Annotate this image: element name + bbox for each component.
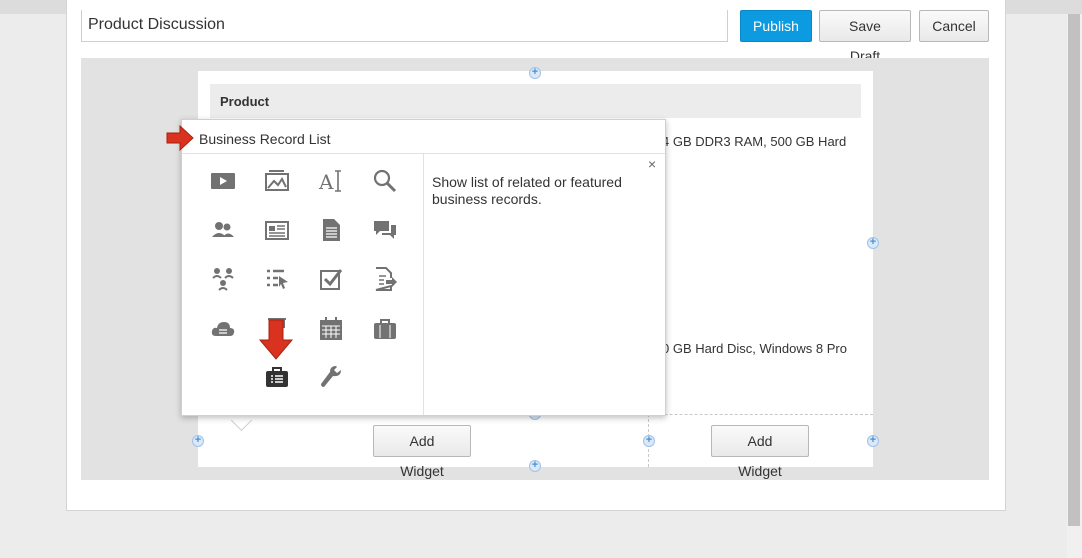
wrench-icon[interactable] — [318, 364, 344, 390]
widget-description: Show list of related or featured busines… — [432, 174, 622, 207]
checkbox-icon[interactable] — [318, 266, 344, 292]
add-column-plus-icon[interactable]: + — [643, 435, 655, 447]
chat-icon[interactable] — [372, 217, 398, 243]
table-column-header: Product — [210, 84, 861, 118]
widget-picker-popover: Business Record List × Show list of rela… — [181, 119, 666, 416]
business-record-list-icon[interactable] — [264, 364, 290, 390]
people-icon[interactable] — [210, 217, 236, 243]
callout-arrow-right-icon — [165, 124, 195, 157]
list-select-icon[interactable] — [264, 266, 290, 292]
close-icon[interactable]: × — [648, 156, 656, 172]
popover-title: Business Record List — [199, 131, 331, 147]
divider — [423, 153, 424, 415]
scrollbar-thumb[interactable] — [1068, 14, 1080, 526]
title-input[interactable]: Product Discussion — [81, 10, 728, 42]
briefcase-icon[interactable] — [372, 316, 398, 342]
publish-button[interactable]: Publish — [740, 10, 812, 42]
add-column-plus-icon[interactable]: + — [867, 435, 879, 447]
calendar-icon[interactable] — [318, 316, 344, 342]
add-row-plus-icon[interactable]: + — [529, 460, 541, 472]
table-cell: 0 GB Hard Disc, Windows 8 Pro — [662, 341, 847, 356]
add-column-plus-icon[interactable]: + — [867, 237, 879, 249]
picture-icon[interactable] — [264, 168, 290, 194]
svg-text:A: A — [318, 170, 334, 194]
add-row-plus-icon[interactable]: + — [529, 67, 541, 79]
newspaper-icon[interactable] — [264, 217, 290, 243]
save-draft-button[interactable]: Save Draft — [819, 10, 911, 64]
cancel-button[interactable]: Cancel — [919, 10, 989, 42]
add-widget-button[interactable]: Add Widget — [711, 425, 809, 479]
add-column-plus-icon[interactable]: + — [192, 435, 204, 447]
cloud-icon[interactable] — [210, 316, 236, 342]
video-icon[interactable] — [210, 168, 236, 194]
search-icon[interactable] — [372, 168, 398, 194]
add-widget-button[interactable]: Add Widget — [373, 425, 471, 479]
org-chart-icon[interactable] — [210, 266, 236, 292]
document-icon[interactable] — [318, 217, 344, 243]
table-cell: 4 GB DDR3 RAM, 500 GB Hard — [662, 134, 847, 149]
export-document-icon[interactable] — [372, 266, 398, 292]
text-icon[interactable]: A — [318, 168, 344, 194]
callout-arrow-down-icon — [257, 318, 295, 367]
